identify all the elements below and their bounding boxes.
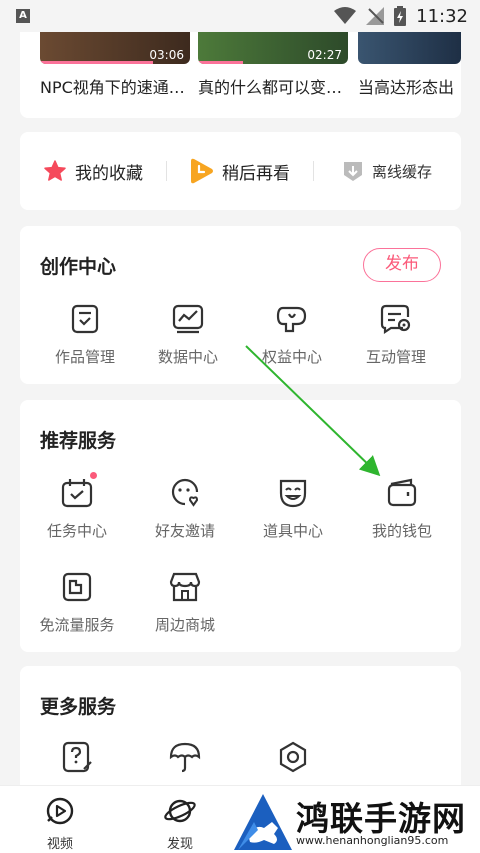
video-card[interactable]: 02:27 真的什么都可以变… [198, 32, 348, 98]
video-duration: 02:27 [307, 48, 342, 62]
nav-video-label: 视频 [46, 837, 73, 852]
task-center-button[interactable]: 任务中心 [22, 472, 132, 541]
help-button[interactable] [22, 740, 132, 774]
props-center-button[interactable]: 道具中心 [238, 476, 348, 541]
creation-center: 创作中心 发布 作品管理 数据中心 权益中心 互动管理 [20, 226, 461, 384]
merch-shop-label: 周边商城 [154, 616, 215, 634]
data-chart-icon [172, 304, 204, 334]
task-center-label: 任务中心 [46, 522, 107, 540]
protection-button[interactable] [130, 740, 240, 774]
star-icon [44, 160, 66, 181]
video-icon [46, 797, 74, 825]
video-thumbnail[interactable]: 03:06 [40, 32, 190, 64]
wallet-icon [387, 478, 417, 507]
quick-actions: 我的收藏 稍后再看 离线缓存 [20, 132, 461, 210]
nav-discover-label: 发现 [166, 837, 193, 852]
notification-icon: A [16, 9, 30, 23]
publish-button[interactable]: 发布 [363, 248, 441, 282]
data-center-label: 数据中心 [157, 348, 218, 366]
planet-icon [164, 799, 196, 823]
watch-progress [40, 61, 153, 64]
offline-cache-button[interactable]: 离线缓存 [314, 160, 460, 182]
watermark-logo-icon [234, 794, 292, 850]
interaction-icon [380, 304, 411, 335]
interaction-manage-label: 互动管理 [365, 348, 426, 366]
offline-cache-label: 离线缓存 [371, 162, 432, 181]
video-card[interactable]: 当高达形态出 [358, 32, 461, 98]
nav-discover[interactable]: 发现 [150, 796, 210, 852]
no-signal-icon [366, 7, 385, 25]
watch-later-icon [191, 158, 213, 184]
invite-friends-label: 好友邀请 [154, 522, 215, 540]
watch-later-button[interactable]: 稍后再看 [167, 158, 313, 184]
video-thumbnail[interactable]: 02:27 [198, 32, 348, 64]
help-icon [62, 741, 92, 773]
watermark-url: www.henanhonglian95.com [296, 834, 449, 847]
clock: 11:32 [416, 5, 468, 27]
watermark-text: 鸿联手游网 [296, 799, 466, 838]
video-card[interactable]: 03:06 NPC视角下的速通… [40, 32, 190, 98]
wifi-icon [334, 7, 357, 24]
invite-friends-button[interactable]: 好友邀请 [130, 476, 240, 541]
umbrella-icon [169, 742, 201, 773]
mask-icon [279, 479, 307, 508]
watch-later-label: 稍后再看 [222, 163, 290, 184]
creation-title: 创作中心 [40, 256, 117, 278]
interaction-manage-button[interactable]: 互动管理 [341, 302, 451, 367]
video-duration: 03:06 [149, 48, 184, 62]
notification-dot [90, 472, 97, 479]
calendar-icon [61, 479, 93, 508]
wallet-button[interactable]: 我的钱包 [347, 476, 457, 541]
rights-center-label: 权益中心 [261, 348, 322, 366]
nav-video[interactable]: 视频 [30, 796, 90, 852]
favorites-label: 我的收藏 [75, 163, 143, 184]
sim-card-icon [62, 572, 92, 602]
video-title[interactable]: NPC视角下的速通… [40, 74, 190, 98]
video-thumbnail[interactable] [358, 32, 461, 64]
recommended-services: 推荐服务 任务中心 好友邀请 道具中心 我的钱包 免流量服务 周边商城 [20, 400, 461, 652]
watch-progress [198, 61, 243, 64]
invite-friend-icon [171, 478, 199, 507]
battery-icon [394, 6, 407, 26]
free-data-service-label: 免流量服务 [39, 616, 115, 634]
settings-button[interactable] [238, 740, 348, 774]
props-center-label: 道具中心 [262, 522, 323, 540]
rights-icon [276, 306, 307, 333]
status-bar: A 11:32 [0, 0, 480, 32]
free-data-service-button[interactable]: 免流量服务 [22, 570, 132, 635]
download-icon [343, 162, 362, 181]
recommended-title: 推荐服务 [40, 430, 117, 452]
video-title[interactable]: 真的什么都可以变… [198, 74, 348, 98]
more-title: 更多服务 [40, 696, 117, 718]
history-videos: 03:06 NPC视角下的速通… 02:27 真的什么都可以变… 当高达形态出 [20, 32, 461, 118]
video-title[interactable]: 当高达形态出 [358, 74, 461, 98]
shop-icon [169, 572, 201, 602]
settings-icon [279, 741, 307, 773]
works-manage-label: 作品管理 [54, 348, 115, 366]
wallet-label: 我的钱包 [371, 522, 432, 540]
works-manage-button[interactable]: 作品管理 [30, 302, 140, 367]
merch-shop-button[interactable]: 周边商城 [130, 570, 240, 635]
works-icon [71, 304, 99, 334]
data-center-button[interactable]: 数据中心 [133, 302, 243, 367]
rights-center-button[interactable]: 权益中心 [237, 302, 347, 367]
favorites-button[interactable]: 我的收藏 [20, 159, 166, 184]
site-watermark: 鸿联手游网 www.henanhonglian95.com [232, 790, 480, 853]
